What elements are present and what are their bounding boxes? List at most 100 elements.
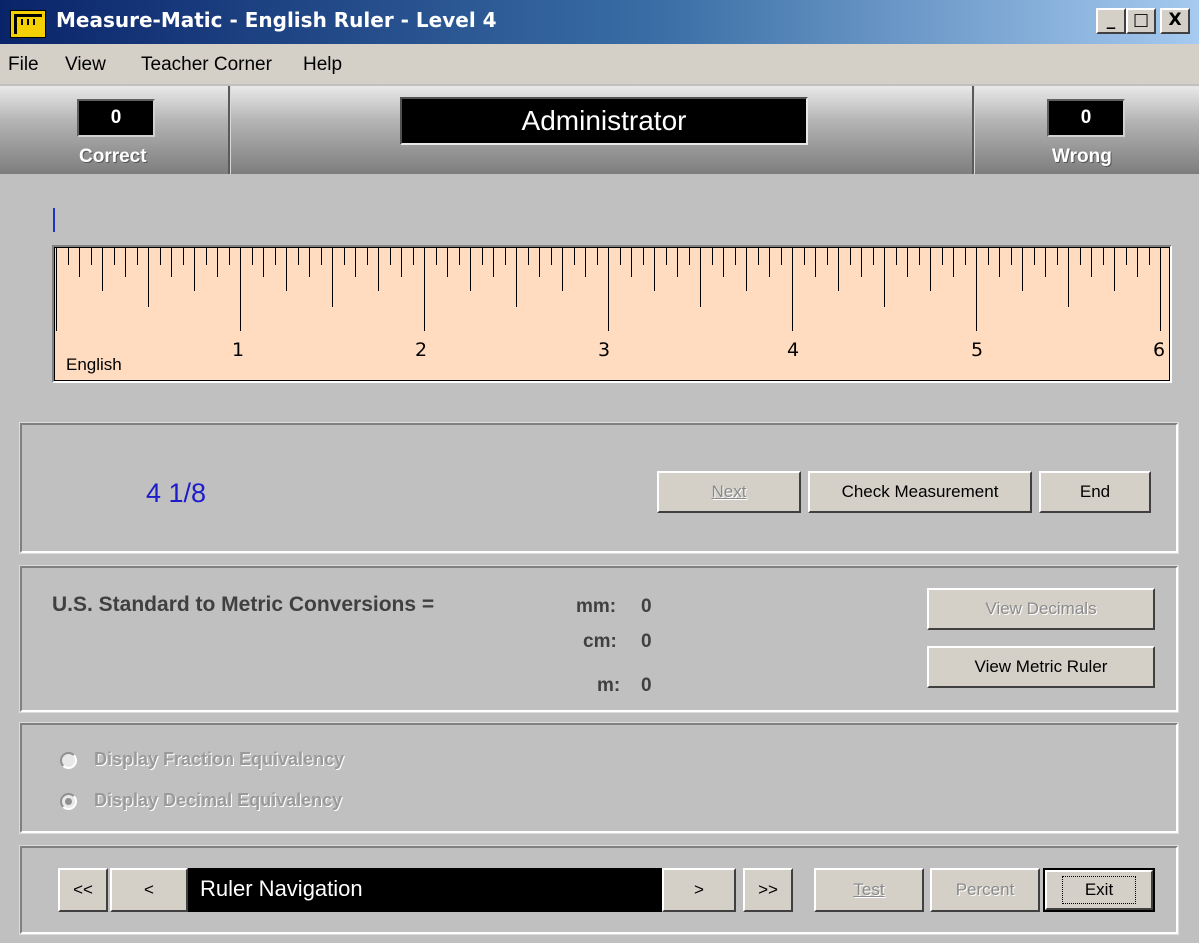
mm-value: 0: [641, 596, 652, 617]
cm-label: cm:: [583, 631, 617, 652]
ruler-tick: [194, 247, 195, 291]
ruler-label: English: [66, 355, 122, 374]
ruler-tick: [769, 247, 770, 277]
ruler-tick: [850, 247, 851, 265]
ruler-face: [54, 247, 1170, 381]
correct-count: 0: [77, 99, 155, 137]
english-ruler[interactable]: 1 2 3 4 5 6 English: [52, 245, 1172, 383]
ruler-tick: [942, 247, 943, 265]
fraction-equivalency-radio[interactable]: [60, 752, 77, 769]
ruler-tick: [1091, 247, 1092, 277]
previous-button[interactable]: <: [110, 868, 188, 912]
test-button[interactable]: Test: [814, 868, 924, 912]
ruler-tick: [631, 247, 632, 277]
first-button[interactable]: <<: [58, 868, 108, 912]
ruler-tick: [700, 247, 701, 307]
ruler-tick: [999, 247, 1000, 277]
close-button[interactable]: X: [1160, 8, 1190, 34]
ruler-tick: [712, 247, 713, 265]
ruler-tick: [1068, 247, 1069, 307]
target-measurement: 4 1/8: [146, 478, 207, 508]
next-button[interactable]: Next: [657, 471, 801, 513]
ruler-tick: [321, 247, 322, 265]
ruler-tick: [654, 247, 655, 291]
ruler-tick: [620, 247, 621, 265]
ruler-tick: [884, 247, 885, 307]
ruler-tick: [1080, 247, 1081, 265]
ruler-tick: [1137, 247, 1138, 277]
ruler-tick: [401, 247, 402, 277]
ruler-tick: [125, 247, 126, 277]
wrong-label: Wrong: [1052, 146, 1112, 167]
ruler-tick: [723, 247, 724, 277]
exit-button[interactable]: Exit: [1043, 868, 1155, 912]
ruler-tick: [781, 247, 782, 265]
ruler-tick: [574, 247, 575, 265]
ruler-tick: [447, 247, 448, 277]
ruler-tick: [68, 247, 69, 265]
menu-view[interactable]: View: [65, 54, 106, 76]
view-decimals-button[interactable]: View Decimals: [927, 588, 1155, 630]
ruler-tick: [930, 247, 931, 291]
view-metric-ruler-button[interactable]: View Metric Ruler: [927, 646, 1155, 688]
ruler-number: 4: [787, 339, 800, 361]
ruler-tick: [263, 247, 264, 277]
ruler-tick: [91, 247, 92, 265]
percent-button[interactable]: Percent: [930, 868, 1040, 912]
menu-help[interactable]: Help: [303, 54, 342, 76]
ruler-tick: [217, 247, 218, 277]
m-value: 0: [641, 675, 652, 696]
window-title: Measure-Matic - English Ruler - Level 4: [56, 8, 497, 32]
decimal-equivalency-radio[interactable]: [60, 793, 77, 810]
ruler-tick: [1057, 247, 1058, 265]
ruler-navigation-field: Ruler Navigation: [188, 868, 662, 912]
ruler-tick: [1103, 247, 1104, 265]
ruler-tick: [861, 247, 862, 277]
ruler-tick: [965, 247, 966, 265]
ruler-tick: [735, 247, 736, 265]
m-label: m:: [597, 675, 621, 696]
ruler-tick: [608, 247, 609, 331]
ruler-tick: [286, 247, 287, 291]
ruler-tick: [137, 247, 138, 265]
ruler-tick: [160, 247, 161, 265]
ruler-tick: [493, 247, 494, 277]
ruler-tick: [114, 247, 115, 265]
ruler-tick: [102, 247, 103, 291]
equivalency-panel: [19, 722, 1179, 834]
ruler-tick: [758, 247, 759, 265]
maximize-button[interactable]: □: [1126, 8, 1156, 34]
ruler-number: 6: [1153, 339, 1166, 361]
ruler-tick: [1149, 247, 1150, 265]
ruler-tick: [792, 247, 793, 331]
test-label: Test: [853, 880, 885, 899]
header-divider: [228, 86, 231, 174]
ruler-tick: [505, 247, 506, 265]
ruler-tick: [56, 247, 57, 331]
next-nav-button[interactable]: >: [662, 868, 736, 912]
menu-teacher-corner[interactable]: Teacher Corner: [141, 54, 272, 76]
check-measurement-button[interactable]: Check Measurement: [808, 471, 1032, 513]
minimize-button[interactable]: _: [1096, 8, 1126, 34]
user-name-display: Administrator: [400, 97, 808, 145]
ruler-tick: [827, 247, 828, 265]
ruler-number: 5: [971, 339, 984, 361]
ruler-tick: [252, 247, 253, 265]
ruler-tick: [907, 247, 908, 277]
ruler-tick: [597, 247, 598, 265]
exit-label: Exit: [1061, 876, 1137, 904]
ruler-number: 3: [598, 339, 611, 361]
menu-file[interactable]: File: [8, 54, 39, 76]
ruler-cursor[interactable]: [53, 208, 55, 232]
next-label: Next: [711, 482, 747, 501]
ruler-tick: [171, 247, 172, 277]
last-button[interactable]: >>: [743, 868, 793, 912]
ruler-tick: [643, 247, 644, 265]
ruler-tick: [666, 247, 667, 265]
ruler-tick: [988, 247, 989, 265]
ruler-tick: [1160, 247, 1161, 331]
ruler-tick: [689, 247, 690, 265]
ruler-tick: [516, 247, 517, 307]
end-button[interactable]: End: [1039, 471, 1151, 513]
ruler-tick: [953, 247, 954, 277]
